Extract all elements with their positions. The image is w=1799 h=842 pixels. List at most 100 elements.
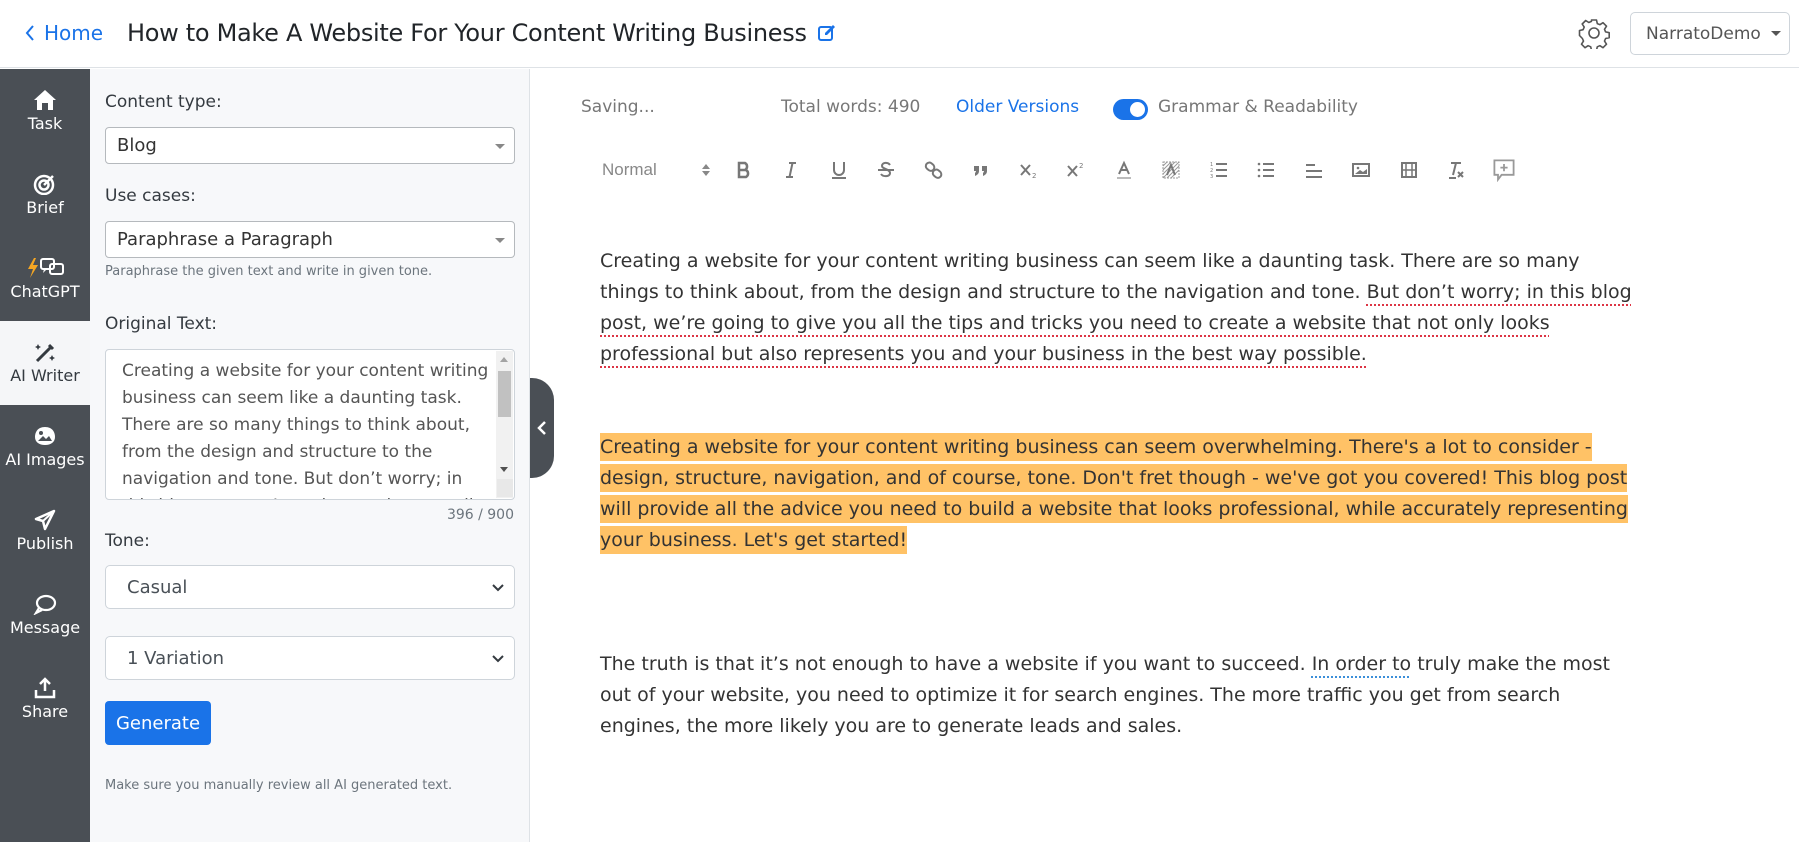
home-label: Home — [44, 21, 104, 45]
left-nav: Task Brief ChatGPT AI Writer AI Images P… — [0, 69, 90, 842]
background-color-button[interactable] — [1148, 155, 1196, 185]
caret-down-icon — [495, 144, 505, 149]
strikethrough-icon — [878, 161, 895, 178]
superscript-icon: 2 — [1067, 162, 1084, 177]
use-case-value: Paraphrase a Paragraph — [117, 229, 333, 250]
use-case-select[interactable]: Paraphrase a Paragraph — [105, 221, 515, 258]
italic-icon — [786, 162, 797, 178]
nav-item-ai-writer[interactable]: AI Writer — [0, 321, 90, 405]
magic-wand-icon — [35, 343, 55, 363]
settings-gear-icon[interactable] — [1578, 17, 1610, 49]
image-icon — [1352, 163, 1371, 177]
blockquote-button[interactable] — [958, 155, 1006, 185]
top-header: Home How to Make A Website For Your Cont… — [0, 0, 1799, 68]
bold-icon — [737, 161, 750, 179]
original-text-input[interactable]: Creating a website for your content writ… — [105, 349, 515, 500]
generate-button[interactable]: Generate — [105, 701, 211, 745]
nav-label: Share — [21, 702, 69, 721]
variation-select[interactable]: 1 Variation — [105, 636, 515, 680]
subscript-icon: 2 — [1020, 164, 1036, 180]
nav-item-message[interactable]: Message — [0, 573, 90, 657]
background-color-icon — [1162, 161, 1180, 179]
caret-down-icon — [1770, 31, 1781, 36]
insert-video-button[interactable] — [1385, 155, 1433, 185]
italic-button[interactable] — [768, 155, 816, 185]
collapse-panel-button[interactable] — [530, 378, 554, 478]
paper-plane-icon — [34, 509, 56, 531]
paragraph-2-generated[interactable]: Creating a website for your content writ… — [600, 432, 1640, 556]
updown-caret-icon — [702, 164, 710, 176]
align-button[interactable] — [1290, 155, 1338, 185]
image-icon — [35, 427, 55, 445]
word-count: Total words: 490 — [781, 97, 921, 117]
paragraph-3[interactable]: The truth is that it’s not enough to hav… — [600, 649, 1640, 742]
nav-label: AI Images — [5, 450, 85, 469]
content-type-label: Content type: — [105, 92, 222, 112]
underline-icon — [831, 162, 846, 179]
nav-item-publish[interactable]: Publish — [0, 489, 90, 573]
link-button[interactable] — [910, 155, 958, 185]
nav-item-ai-images[interactable]: AI Images — [0, 405, 90, 489]
insert-image-button[interactable] — [1338, 155, 1386, 185]
scroll-thumb[interactable] — [498, 371, 511, 417]
caret-down-icon — [495, 238, 505, 243]
user-menu-dropdown[interactable]: NarratoDemo — [1630, 12, 1790, 55]
nav-item-task[interactable]: Task — [0, 69, 90, 153]
textarea-scrollbar[interactable] — [496, 351, 513, 498]
link-icon — [924, 161, 943, 179]
style-suggestion[interactable]: In order to — [1312, 653, 1411, 675]
nav-label: ChatGPT — [10, 282, 80, 301]
nav-label: Publish — [16, 534, 74, 553]
older-versions-link[interactable]: Older Versions — [956, 97, 1079, 117]
upload-icon — [34, 677, 56, 699]
quote-icon — [974, 166, 988, 176]
tone-label: Tone: — [105, 531, 150, 551]
film-icon — [1400, 162, 1417, 178]
page-title-text: How to Make A Website For Your Content W… — [127, 19, 807, 47]
chat-bolt-icon — [28, 258, 64, 278]
nav-item-share[interactable]: Share — [0, 657, 90, 741]
paragraph-1[interactable]: Creating a website for your content writ… — [600, 246, 1640, 370]
paragraph-3-text: The truth is that it’s not enough to hav… — [600, 653, 1312, 675]
grammar-toggle[interactable] — [1113, 99, 1148, 120]
scroll-down-icon[interactable] — [500, 467, 508, 472]
use-cases-label: Use cases: — [105, 186, 196, 206]
scroll-up-icon[interactable] — [500, 357, 508, 362]
home-link[interactable]: Home — [24, 21, 103, 45]
ai-disclaimer: Make sure you manually review all AI gen… — [105, 778, 453, 793]
user-menu-label: NarratoDemo — [1646, 23, 1761, 44]
nav-item-brief[interactable]: Brief — [0, 153, 90, 237]
bold-button[interactable] — [720, 155, 768, 185]
clear-format-icon — [1449, 162, 1464, 179]
grammar-toggle-label: Grammar & Readability — [1158, 97, 1358, 117]
content-type-value: Blog — [117, 135, 157, 156]
target-icon — [33, 174, 55, 195]
add-comment-button[interactable] — [1480, 155, 1528, 185]
content-type-select[interactable]: Blog — [105, 127, 515, 164]
bullet-list-button[interactable] — [1243, 155, 1291, 185]
heading-select-value: Normal — [602, 160, 657, 179]
page-title: How to Make A Website For Your Content W… — [127, 19, 837, 47]
save-status: Saving... — [581, 97, 655, 117]
svg-text:3: 3 — [1210, 174, 1213, 180]
subscript-button[interactable]: 2 — [1005, 155, 1053, 185]
chevron-down-icon — [492, 655, 504, 663]
resize-grip-icon[interactable] — [497, 479, 513, 497]
heading-select[interactable]: Normal — [602, 160, 720, 180]
strikethrough-button[interactable] — [863, 155, 911, 185]
chevron-down-icon — [492, 584, 504, 592]
align-left-icon — [1305, 164, 1322, 178]
superscript-button[interactable]: 2 — [1053, 155, 1101, 185]
nav-label: Message — [9, 618, 81, 637]
highlighted-generated-text: Creating a website for your content writ… — [600, 433, 1628, 554]
ordered-list-button[interactable]: 123 — [1195, 155, 1243, 185]
svg-text:2: 2 — [1079, 162, 1083, 170]
text-color-button[interactable] — [1100, 155, 1148, 185]
underline-button[interactable] — [815, 155, 863, 185]
edit-title-icon[interactable] — [817, 23, 837, 43]
speech-bubble-icon — [33, 594, 57, 615]
nav-item-chatgpt[interactable]: ChatGPT — [0, 237, 90, 321]
clear-format-button[interactable] — [1433, 155, 1481, 185]
tone-select[interactable]: Casual — [105, 565, 515, 609]
original-text-value: Creating a website for your content writ… — [122, 361, 489, 499]
